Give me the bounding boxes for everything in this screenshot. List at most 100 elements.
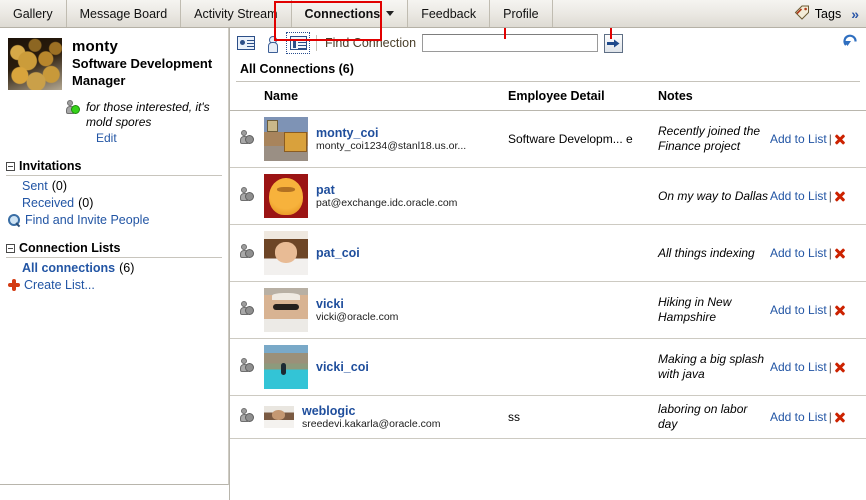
profile-status-message: for those interested, it's mold spores (86, 100, 210, 129)
table-row[interactable]: pat pat@exchange.idc.oracle.com On my wa… (230, 167, 866, 225)
add-to-list-link[interactable]: Add to List (770, 132, 827, 146)
table-body: monty_coi monty_coi1234@stanl18.us.or...… (230, 110, 866, 439)
section-header-connection-lists[interactable]: Connection Lists (6, 241, 222, 258)
delete-icon[interactable] (834, 190, 846, 202)
row-email: vicki@oracle.com (316, 311, 399, 323)
row-actions: Add to List | (770, 281, 866, 339)
table-row[interactable]: vicki_coi Making a big splash with java … (230, 338, 866, 396)
contact-card-view-icon[interactable] (236, 34, 256, 52)
refresh-icon[interactable] (842, 33, 860, 51)
row-presence-cell (230, 395, 264, 439)
row-username-link[interactable]: pat (316, 183, 457, 197)
table-row[interactable]: vicki vicki@oracle.com Hiking in New Ham… (230, 281, 866, 339)
presence-offline-icon[interactable] (240, 301, 254, 316)
add-to-list-link[interactable]: Add to List (770, 189, 827, 203)
connections-table: Name Employee Detail Notes monty_coi mon… (230, 82, 866, 439)
collapse-icon[interactable] (6, 161, 15, 171)
row-notes: On my way to Dallas (658, 167, 770, 225)
row-avatar[interactable] (264, 231, 308, 275)
row-avatar[interactable] (264, 288, 308, 332)
sidebar-item-sent[interactable]: Sent (0) (0, 176, 228, 193)
collapse-icon[interactable] (6, 243, 15, 253)
sidebar-item-received[interactable]: Received (0) (0, 193, 228, 210)
tab-connections[interactable]: Connections (291, 0, 409, 27)
sidebar-item-label[interactable]: All connections (22, 261, 115, 275)
action-separator: | (828, 132, 832, 146)
tab-activity-stream[interactable]: Activity Stream (181, 0, 292, 27)
sidebar-panel: monty Software Development Manager for t… (0, 28, 229, 485)
row-employee-detail: ss (508, 395, 658, 439)
row-avatar[interactable] (264, 345, 308, 389)
row-notes: laboring on labor day (658, 395, 770, 439)
add-to-list-link[interactable]: Add to List (770, 246, 827, 260)
search-input[interactable] (422, 34, 599, 52)
sidebar-item-find-and-invite-people[interactable]: Find and Invite People (0, 210, 228, 227)
row-presence-cell (230, 167, 264, 225)
row-employee-detail: Software Developm... e (508, 110, 658, 168)
row-name-cell: vicki_coi (264, 338, 508, 396)
tab-bar-filler (553, 0, 790, 27)
row-employee-detail (508, 338, 658, 396)
row-username-link[interactable]: monty_coi (316, 126, 466, 140)
table-row[interactable]: monty_coi monty_coi1234@stanl18.us.or...… (230, 110, 866, 168)
profile-title: Software Development Manager (72, 56, 213, 88)
presence-offline-icon[interactable] (240, 244, 254, 259)
sidebar-item-label[interactable]: Sent (22, 179, 48, 193)
delete-icon[interactable] (834, 247, 846, 259)
row-username-link[interactable]: vicki_coi (316, 360, 369, 374)
column-header-employee-detail: Employee Detail (508, 82, 658, 111)
section-header-invitations[interactable]: Invitations (6, 159, 222, 176)
row-username-link[interactable]: pat_coi (316, 246, 360, 260)
tab-profile[interactable]: Profile (490, 0, 553, 27)
sidebar-item-label[interactable]: Find and Invite People (25, 213, 149, 227)
table-row[interactable]: weblogic sreedevi.kakarla@oracle.com ss … (230, 395, 866, 439)
tab-feedback[interactable]: Feedback (408, 0, 491, 27)
annotation-line-left (504, 28, 506, 39)
presence-offline-icon[interactable] (240, 130, 254, 145)
edit-profile-link[interactable]: Edit (96, 131, 117, 145)
row-employee-detail (508, 167, 658, 225)
row-presence-cell (230, 281, 264, 339)
row-username-link[interactable]: vicki (316, 297, 398, 311)
sidebar-item-label[interactable]: Create List... (24, 278, 95, 292)
person-view-icon[interactable] (262, 34, 282, 53)
find-connection-label: Find Connection (325, 36, 417, 50)
presence-online-icon[interactable] (66, 100, 80, 115)
action-separator: | (828, 246, 832, 260)
column-header-actions (770, 82, 866, 111)
sidebar-item-all-connections[interactable]: All connections (6) (0, 258, 228, 275)
row-avatar[interactable] (264, 174, 308, 218)
delete-icon[interactable] (834, 304, 846, 316)
sidebar-item-create-list[interactable]: Create List... (0, 275, 228, 292)
sidebar-item-label[interactable]: Received (22, 196, 74, 210)
column-header-notes: Notes (658, 82, 770, 111)
presence-offline-icon[interactable] (240, 358, 254, 373)
add-to-list-link[interactable]: Add to List (770, 410, 827, 424)
search-go-button[interactable] (604, 33, 624, 53)
tab-label: Gallery (13, 6, 53, 21)
add-to-list-link[interactable]: Add to List (770, 360, 827, 374)
sidebar-item-count: (0) (51, 179, 67, 193)
table-header: Name Employee Detail Notes (230, 82, 866, 111)
avatar[interactable] (8, 38, 62, 90)
row-name-cell: pat_coi (264, 224, 508, 282)
tab-gallery[interactable]: Gallery (0, 0, 67, 27)
left-sidebar: monty Software Development Manager for t… (0, 28, 230, 500)
primary-tab-bar: Gallery Message Board Activity Stream Co… (0, 0, 866, 41)
annotation-line-right (610, 28, 612, 39)
tags-button[interactable]: Tags (790, 0, 849, 27)
presence-offline-icon[interactable] (240, 408, 254, 423)
row-avatar[interactable] (264, 117, 308, 161)
delete-icon[interactable] (834, 133, 846, 145)
delete-icon[interactable] (834, 411, 846, 423)
presence-offline-icon[interactable] (240, 187, 254, 202)
row-username-link[interactable]: weblogic (302, 404, 440, 418)
delete-icon[interactable] (834, 361, 846, 373)
add-to-list-link[interactable]: Add to List (770, 303, 827, 317)
more-tabs-chevron-icon[interactable]: » (849, 0, 866, 27)
row-name-cell: pat pat@exchange.idc.oracle.com (264, 167, 508, 225)
tab-message-board[interactable]: Message Board (67, 0, 182, 27)
table-row[interactable]: pat_coi All things indexing Add to List | (230, 224, 866, 282)
list-view-icon[interactable] (286, 32, 310, 54)
row-avatar[interactable] (264, 406, 294, 428)
